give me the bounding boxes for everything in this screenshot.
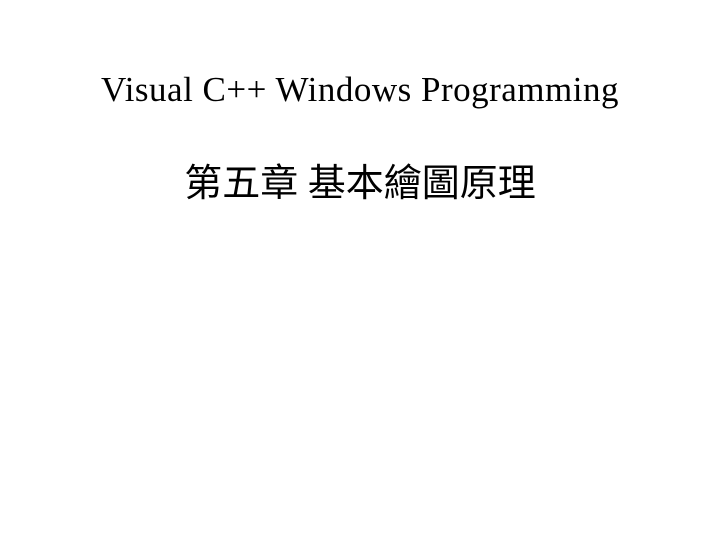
slide-content: Visual C++ Windows Programming 第五章 基本繪圖原…	[0, 0, 720, 540]
slide-title-english: Visual C++ Windows Programming	[0, 70, 720, 110]
slide-title-chinese: 第五章 基本繪圖原理	[0, 152, 720, 207]
